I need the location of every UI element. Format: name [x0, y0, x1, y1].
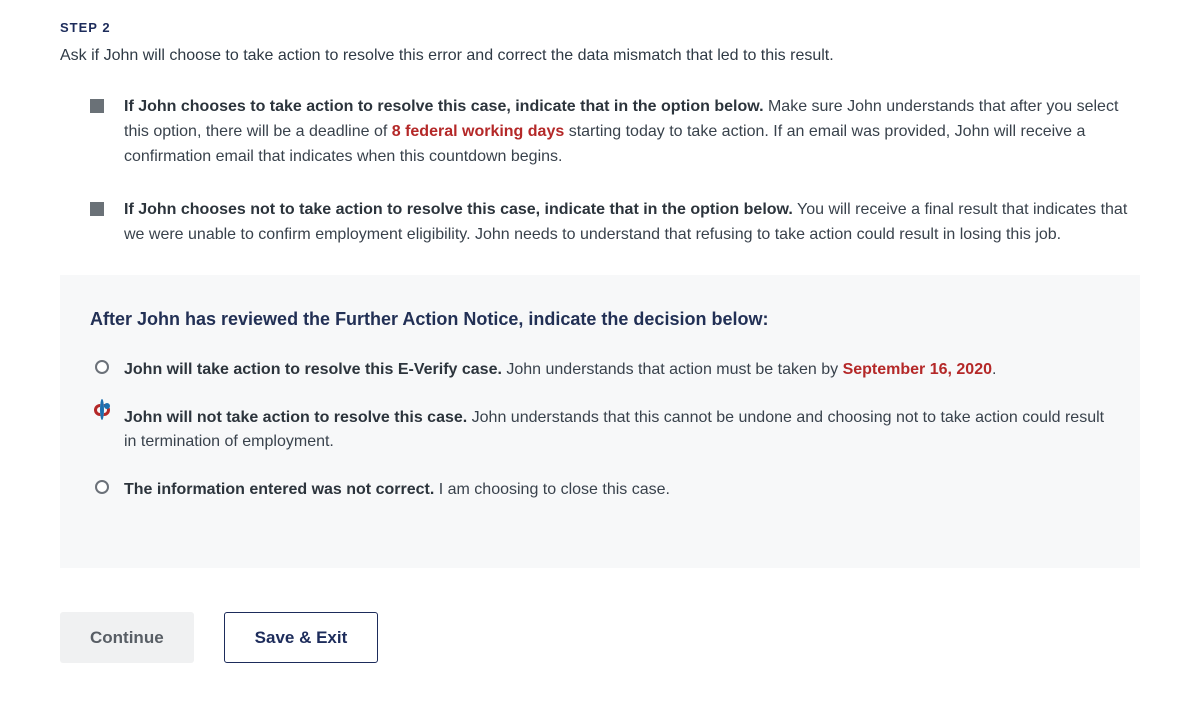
continue-button[interactable]: Continue — [60, 612, 194, 663]
radio-bold: The information entered was not correct. — [124, 481, 434, 498]
radio-option-incorrect-info[interactable]: The information entered was not correct.… — [90, 478, 1110, 502]
decision-panel: After John has reviewed the Further Acti… — [60, 275, 1140, 568]
radio-bold: John will take action to resolve this E-… — [124, 361, 502, 378]
radio-bold: John will not take action to resolve thi… — [124, 409, 467, 426]
instruction-bold: If John chooses to take action to resolv… — [124, 98, 764, 115]
instruction-text: If John chooses to take action to resolv… — [124, 95, 1140, 169]
deadline-span: 8 federal working days — [392, 123, 565, 140]
radio-icon — [90, 480, 114, 494]
radio-tail-pre: I am choosing to close this case. — [434, 481, 670, 498]
instruction-bullet: If John chooses to take action to resolv… — [90, 95, 1140, 169]
radio-label: John will not take action to resolve thi… — [124, 406, 1110, 454]
square-bullet-icon — [90, 202, 104, 216]
instruction-bold: If John chooses not to take action to re… — [124, 201, 793, 218]
square-bullet-icon — [90, 99, 104, 113]
radio-option-take-action[interactable]: John will take action to resolve this E-… — [90, 358, 1110, 382]
radio-tail-post: . — [992, 361, 996, 378]
decision-heading: After John has reviewed the Further Acti… — [90, 309, 1110, 330]
radio-icon — [90, 360, 114, 374]
save-exit-button[interactable]: Save & Exit — [224, 612, 379, 663]
radio-option-no-action[interactable]: John will not take action to resolve thi… — [90, 406, 1110, 454]
radio-tail-pre: John understands that action must be tak… — [502, 361, 843, 378]
radio-date: September 16, 2020 — [843, 361, 992, 378]
radio-label: John will take action to resolve this E-… — [124, 358, 1110, 382]
instruction-bullet: If John chooses not to take action to re… — [90, 198, 1140, 248]
radio-highlight-icon — [94, 404, 110, 416]
radio-label: The information entered was not correct.… — [124, 478, 1110, 502]
radio-icon — [90, 408, 114, 416]
step-intro: Ask if John will choose to take action t… — [60, 45, 1140, 67]
button-row: Continue Save & Exit — [60, 612, 1140, 663]
step-label: STEP 2 — [60, 20, 1140, 35]
instruction-text: If John chooses not to take action to re… — [124, 198, 1140, 248]
